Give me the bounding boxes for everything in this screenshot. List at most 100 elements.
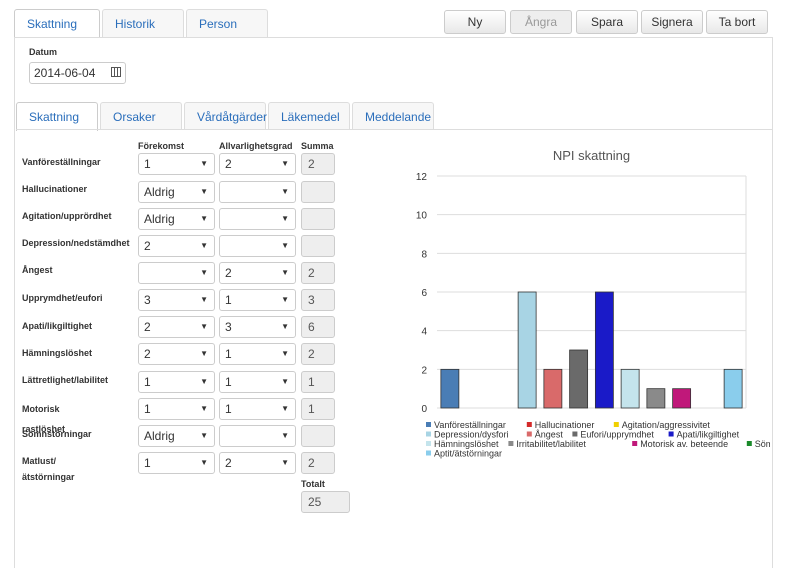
summa-upprymdhet: 3 bbox=[301, 289, 335, 311]
dropdown-arrow-icon: ▼ bbox=[200, 349, 208, 358]
allvarlighet-select-angest[interactable]: 2 ▼ bbox=[219, 262, 296, 284]
legend-label: Irritabilitet/labilitet bbox=[516, 439, 586, 449]
date-label: Datum bbox=[29, 47, 58, 57]
dropdown-arrow-icon: ▼ bbox=[281, 431, 289, 440]
row-label-depression: Depression/nedstämdhet bbox=[22, 238, 130, 248]
bar bbox=[517, 291, 537, 409]
allvarlighet-select-lattretlighet[interactable]: 1 ▼ bbox=[219, 371, 296, 393]
legend-label: Hämningslöshet bbox=[434, 439, 499, 449]
allvarlighet-select-matlust[interactable]: 2 ▼ bbox=[219, 452, 296, 474]
y-tick-label: 0 bbox=[421, 404, 427, 415]
dropdown-arrow-icon: ▼ bbox=[281, 159, 289, 168]
tab-meddelande[interactable]: Meddelande bbox=[352, 102, 434, 130]
tab-person[interactable]: Person bbox=[186, 9, 268, 37]
dropdown-arrow-icon: ▼ bbox=[281, 322, 289, 331]
date-field[interactable]: 2014-06-04 bbox=[29, 62, 126, 84]
forekomst-select-angest[interactable]: ▼ bbox=[138, 262, 215, 284]
calendar-icon[interactable] bbox=[111, 67, 121, 77]
date-value: 2014-06-04 bbox=[34, 66, 96, 80]
allvarlighet-select-agitation[interactable]: ▼ bbox=[219, 208, 296, 230]
panel-right-border bbox=[772, 37, 773, 568]
summa-angest: 2 bbox=[301, 262, 335, 284]
summa-hamningsloshet: 2 bbox=[301, 343, 335, 365]
dropdown-arrow-icon: ▼ bbox=[200, 295, 208, 304]
dropdown-arrow-icon: ▼ bbox=[200, 322, 208, 331]
undo-button[interactable]: Ångra bbox=[510, 10, 572, 34]
col-forekomst: Förekomst bbox=[138, 141, 185, 151]
row-label-upprymdhet: Upprymdhet/eufori bbox=[22, 293, 103, 303]
tab-historik[interactable]: Historik bbox=[102, 9, 184, 37]
tab-orsaker[interactable]: Orsaker bbox=[100, 102, 182, 130]
delete-button[interactable]: Ta bort bbox=[706, 10, 768, 34]
allvarlighet-select-upprymdhet[interactable]: 1 ▼ bbox=[219, 289, 296, 311]
bar bbox=[723, 368, 743, 409]
summa-vanforestallningar: 2 bbox=[301, 153, 335, 175]
legend-swatch bbox=[426, 441, 431, 446]
chart-title: NPI skattning bbox=[553, 148, 630, 163]
row-label-hallucinationer: Hallucinationer bbox=[22, 184, 88, 194]
tab-vardatgarder[interactable]: Vårdåtgärder bbox=[184, 102, 267, 130]
top-tabbar: Skattning Historik Person bbox=[14, 9, 270, 38]
dropdown-arrow-icon: ▼ bbox=[200, 241, 208, 250]
summa-apati: 6 bbox=[301, 316, 335, 338]
legend-label: Motorisk av. beteende bbox=[640, 439, 728, 449]
legend-label: Aptit/ätstörningar bbox=[434, 449, 502, 459]
allvarlighet-select-somnstorningar[interactable]: ▼ bbox=[219, 425, 296, 447]
forekomst-select-hamningsloshet[interactable]: 2 ▼ bbox=[138, 343, 215, 365]
legend-swatch bbox=[508, 441, 514, 446]
summa-motorisk: 1 bbox=[301, 398, 335, 420]
row-label-hamningsloshet: Hämningslöshet bbox=[22, 348, 93, 358]
dropdown-arrow-icon: ▼ bbox=[281, 214, 289, 223]
dropdown-arrow-icon: ▼ bbox=[281, 458, 289, 467]
save-button[interactable]: Spara bbox=[576, 10, 638, 34]
dropdown-arrow-icon: ▼ bbox=[200, 404, 208, 413]
panel-left-border bbox=[14, 37, 15, 568]
allvarlighet-select-motorisk[interactable]: 1 ▼ bbox=[219, 398, 296, 420]
summa-matlust: 2 bbox=[301, 452, 335, 474]
legend-swatch bbox=[426, 422, 431, 427]
legend-label: Vanföreställningar bbox=[434, 420, 506, 430]
forekomst-select-lattretlighet[interactable]: 1 ▼ bbox=[138, 371, 215, 393]
forekomst-select-depression[interactable]: 2 ▼ bbox=[138, 235, 215, 257]
tab-skattning[interactable]: Skattning bbox=[14, 9, 100, 38]
sign-button[interactable]: Signera bbox=[641, 10, 703, 34]
bar bbox=[620, 368, 640, 409]
forekomst-select-upprymdhet[interactable]: 3 ▼ bbox=[138, 289, 215, 311]
forekomst-select-vanforestallningar[interactable]: 1 ▼ bbox=[138, 153, 215, 175]
legend-label: Depression/dysfori bbox=[434, 430, 509, 440]
y-tick-label: 6 bbox=[421, 288, 427, 299]
row-label-agitation: Agitation/upprördhet bbox=[22, 211, 112, 221]
forekomst-select-somnstorningar[interactable]: Aldrig ▼ bbox=[138, 425, 215, 447]
dropdown-arrow-icon: ▼ bbox=[200, 377, 208, 386]
col-allvarlighetsgrad: Allvarlighetsgrad bbox=[219, 141, 293, 151]
forekomst-select-hallucinationer[interactable]: Aldrig ▼ bbox=[138, 181, 215, 203]
dropdown-arrow-icon: ▼ bbox=[200, 214, 208, 223]
legend-label: Ångest bbox=[535, 430, 564, 440]
row-label-somnstorningar: Sömnstörningar bbox=[22, 429, 92, 439]
dropdown-arrow-icon: ▼ bbox=[281, 377, 289, 386]
summa-somnstorningar bbox=[301, 425, 335, 447]
forekomst-select-matlust[interactable]: 1 ▼ bbox=[138, 452, 215, 474]
col-summa: Summa bbox=[301, 141, 334, 151]
legend-label: Eufori/upprymdhet bbox=[580, 430, 654, 440]
forekomst-select-agitation[interactable]: Aldrig ▼ bbox=[138, 208, 215, 230]
allvarlighet-select-hamningsloshet[interactable]: 1 ▼ bbox=[219, 343, 296, 365]
tab-lakemedel[interactable]: Läkemedel bbox=[268, 102, 350, 130]
new-button[interactable]: Ny bbox=[444, 10, 506, 34]
bar bbox=[543, 368, 563, 409]
forekomst-select-motorisk[interactable]: 1 ▼ bbox=[138, 398, 215, 420]
summa-depression bbox=[301, 235, 335, 257]
tab-sub-skattning[interactable]: Skattning bbox=[16, 102, 98, 131]
allvarlighet-select-apati[interactable]: 3 ▼ bbox=[219, 316, 296, 338]
row-label-lattretlighet: Lättretlighet/labilitet bbox=[22, 375, 109, 385]
dropdown-arrow-icon: ▼ bbox=[200, 187, 208, 196]
allvarlighet-select-vanforestallningar[interactable]: 2 ▼ bbox=[219, 153, 296, 175]
dropdown-arrow-icon: ▼ bbox=[200, 431, 208, 440]
dropdown-arrow-icon: ▼ bbox=[200, 159, 208, 168]
allvarlighet-select-depression[interactable]: ▼ bbox=[219, 235, 296, 257]
allvarlighet-select-hallucinationer[interactable]: ▼ bbox=[219, 181, 296, 203]
row-label-matlust: Matlust/ ätstörningar bbox=[22, 456, 75, 482]
forekomst-select-apati[interactable]: 2 ▼ bbox=[138, 316, 215, 338]
top-tab-divider bbox=[14, 37, 772, 38]
dropdown-arrow-icon: ▼ bbox=[281, 187, 289, 196]
